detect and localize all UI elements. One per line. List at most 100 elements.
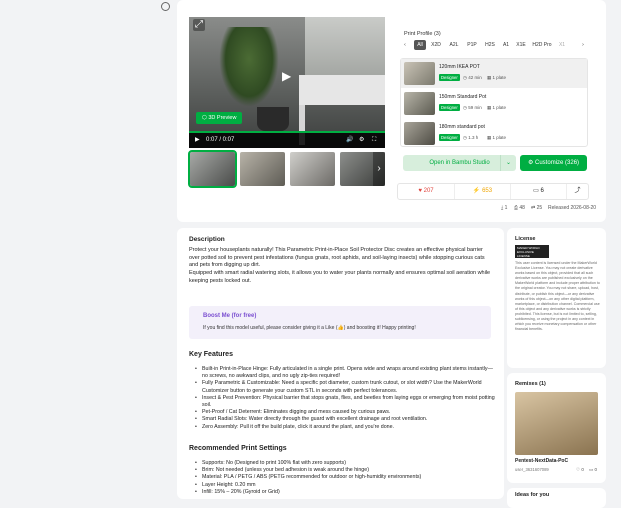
- boost-text: If you find this model useful, please co…: [203, 325, 416, 331]
- features-list: Built-in Print-in-Place Hinge: Fully art…: [195, 366, 495, 431]
- profile-item[interactable]: 180mm standard pot Designer ◷ 1.3 h ▦ 1 …: [401, 119, 587, 148]
- 3d-preview-label: 3D Preview: [208, 115, 237, 121]
- list-item: Fully Parametric & Customizable: Need a …: [195, 380, 495, 394]
- key-features-heading: Key Features: [189, 351, 233, 358]
- settings-gear-icon[interactable]: ⚙: [359, 133, 364, 148]
- share-icon[interactable]: ⤴: [566, 184, 588, 199]
- profile-time: ◷ 42 min: [463, 75, 482, 80]
- fullscreen-icon[interactable]: ⛶: [372, 133, 376, 148]
- boost-icon: ⚡: [472, 188, 481, 194]
- chip-x1[interactable]: X1: [557, 40, 567, 50]
- clock-icon: ◷: [463, 75, 467, 80]
- remix-count: ⇄ 25: [531, 205, 543, 211]
- prints-count: ⎙ 48: [514, 205, 525, 211]
- chip-x1e[interactable]: X1E: [514, 40, 528, 50]
- description-p1: Protect your houseplants naturally! This…: [189, 247, 485, 269]
- profile-name: 180mm standard pot: [439, 124, 485, 130]
- list-item: Supports: No (Designed to print 100% fla…: [195, 460, 495, 467]
- chips-prev-arrow[interactable]: ‹: [401, 40, 409, 50]
- profile-item[interactable]: 120mm IKEA POT Designer ◷ 42 min ▦ 1 pla…: [401, 59, 587, 88]
- customize-icon: ⚙: [527, 160, 534, 166]
- expand-icon[interactable]: ⤢: [193, 19, 205, 31]
- profile-item[interactable]: 150mm Standard Pot Designer ◷ 59 min ▦ 1…: [401, 89, 587, 118]
- list-item: Material: PLA / PETG / ABS (PETG recomme…: [195, 474, 495, 481]
- chip-p1p[interactable]: P1P: [465, 40, 479, 50]
- profile-plates: ▦ 1 plate: [487, 105, 507, 110]
- print-profile-list: 120mm IKEA POT Designer ◷ 42 min ▦ 1 pla…: [400, 58, 588, 147]
- profile-plates: ▦ 1 plate: [487, 135, 507, 140]
- profile-thumbnail: [404, 122, 435, 145]
- printer-chips: ‹ All X2D A2L P1P H2S A1 X1E H2D Pro X1 …: [401, 40, 587, 50]
- clock-icon: ◷: [463, 105, 467, 110]
- designer-tag: Designer: [439, 104, 460, 111]
- ideas-card: [507, 488, 606, 508]
- plate-icon: ▦: [487, 135, 492, 140]
- chip-x2d[interactable]: X2D: [429, 40, 443, 50]
- profile-time: ◷ 1.3 h: [463, 135, 479, 140]
- plate-icon: ▦: [487, 105, 492, 110]
- profile-name: 120mm IKEA POT: [439, 64, 480, 70]
- remix-thumbnail[interactable]: [515, 392, 598, 455]
- 3d-preview-button[interactable]: ⬡ 3D Preview: [196, 112, 243, 124]
- comment-icon: ▭: [589, 467, 594, 472]
- thumbnail-next-arrow[interactable]: ›: [373, 152, 385, 186]
- profile-name: 150mm Standard Pot: [439, 94, 487, 100]
- chip-a1[interactable]: A1: [501, 40, 511, 50]
- remixes-title: Remixes (1): [515, 381, 546, 387]
- license-title: License: [515, 236, 536, 242]
- remix-comments: ▭ 0: [589, 467, 598, 472]
- license-text: This user content is licensed under the …: [515, 261, 600, 332]
- like-button[interactable]: ♥ 207: [398, 184, 454, 199]
- license-badge: MAKER WORLD EXCLUSIVE LICENSE: [515, 245, 549, 258]
- stats-bar: ♥ 207 ⚡ 653 ▭ 6 ⤴: [397, 183, 589, 200]
- downloads-count: ⤓ 1: [501, 205, 508, 211]
- customize-label: Customize (326): [535, 160, 580, 166]
- volume-icon[interactable]: 🔊: [346, 133, 353, 148]
- designer-tag: Designer: [439, 134, 460, 141]
- play-pause-icon[interactable]: ▶: [195, 133, 200, 148]
- print-profile-title: Print Profile (3): [404, 31, 441, 37]
- chip-a2l[interactable]: A2L: [447, 40, 461, 50]
- bookmark-icon: ▭: [533, 188, 539, 194]
- customize-button[interactable]: ⚙ Customize (326): [520, 155, 587, 171]
- profile-thumbnail: [404, 92, 435, 115]
- like-icon: ♡: [576, 467, 581, 472]
- remix-name[interactable]: Pentest-NextData-PoC: [515, 458, 568, 464]
- thumbnail-2[interactable]: [240, 152, 285, 186]
- heart-icon: ♥: [418, 188, 422, 194]
- remix-likes: ♡ 0: [576, 467, 584, 472]
- thumbnail-3[interactable]: [290, 152, 335, 186]
- boost-title: Boost Me (for free): [203, 313, 257, 319]
- chip-h2d-pro[interactable]: H2D Pro: [531, 40, 553, 50]
- release-date: Released 2026-08-20: [548, 205, 597, 211]
- chevron-down-icon[interactable]: ⌄: [500, 155, 516, 171]
- list-item: Layer Height: 0.20 mm: [195, 482, 495, 489]
- video-controls: ▶ 0:07 / 0:07 🔊 ⚙ ⛶: [189, 133, 385, 148]
- video-time: 0:07 / 0:07: [206, 137, 235, 143]
- settings-list: Supports: No (Designed to print 100% fla…: [195, 460, 495, 496]
- chips-next-arrow[interactable]: ›: [579, 40, 587, 50]
- settings-icon[interactable]: [161, 2, 170, 11]
- boost-box: [189, 306, 491, 339]
- thumbnail-video[interactable]: [188, 150, 237, 188]
- plate-icon: ▦: [487, 75, 492, 80]
- list-item: Smart Radial Slots: Water directly throu…: [195, 416, 495, 423]
- play-icon[interactable]: ▶: [282, 69, 291, 83]
- list-item: Infill: 15% – 20% (Gyroid or Grid): [195, 489, 495, 496]
- profile-plates: ▦ 1 plate: [487, 75, 507, 80]
- collect-button[interactable]: ▭ 6: [510, 184, 566, 199]
- ideas-title: Ideas for you: [515, 492, 550, 498]
- chip-h2s[interactable]: H2S: [483, 40, 497, 50]
- print-settings-heading: Recommended Print Settings: [189, 445, 287, 452]
- chip-all[interactable]: All: [414, 40, 426, 50]
- designer-tag: Designer: [439, 74, 460, 81]
- list-item: Brim: Not needed (unless your bed adhesi…: [195, 467, 495, 474]
- list-item: Built-in Print-in-Place Hinge: Fully art…: [195, 366, 495, 380]
- boost-button[interactable]: ⚡ 653: [454, 184, 510, 199]
- list-item: Pet-Proof / Cat Deterrent: Eliminates di…: [195, 409, 495, 416]
- profile-time: ◷ 59 min: [463, 105, 482, 110]
- list-item: Insect & Pest Prevention: Physical barri…: [195, 395, 495, 409]
- description-heading: Description: [189, 236, 225, 243]
- list-item: Zero Assembly: Pull it off the build pla…: [195, 424, 495, 431]
- remix-user[interactable]: user_3631607089: [515, 467, 549, 472]
